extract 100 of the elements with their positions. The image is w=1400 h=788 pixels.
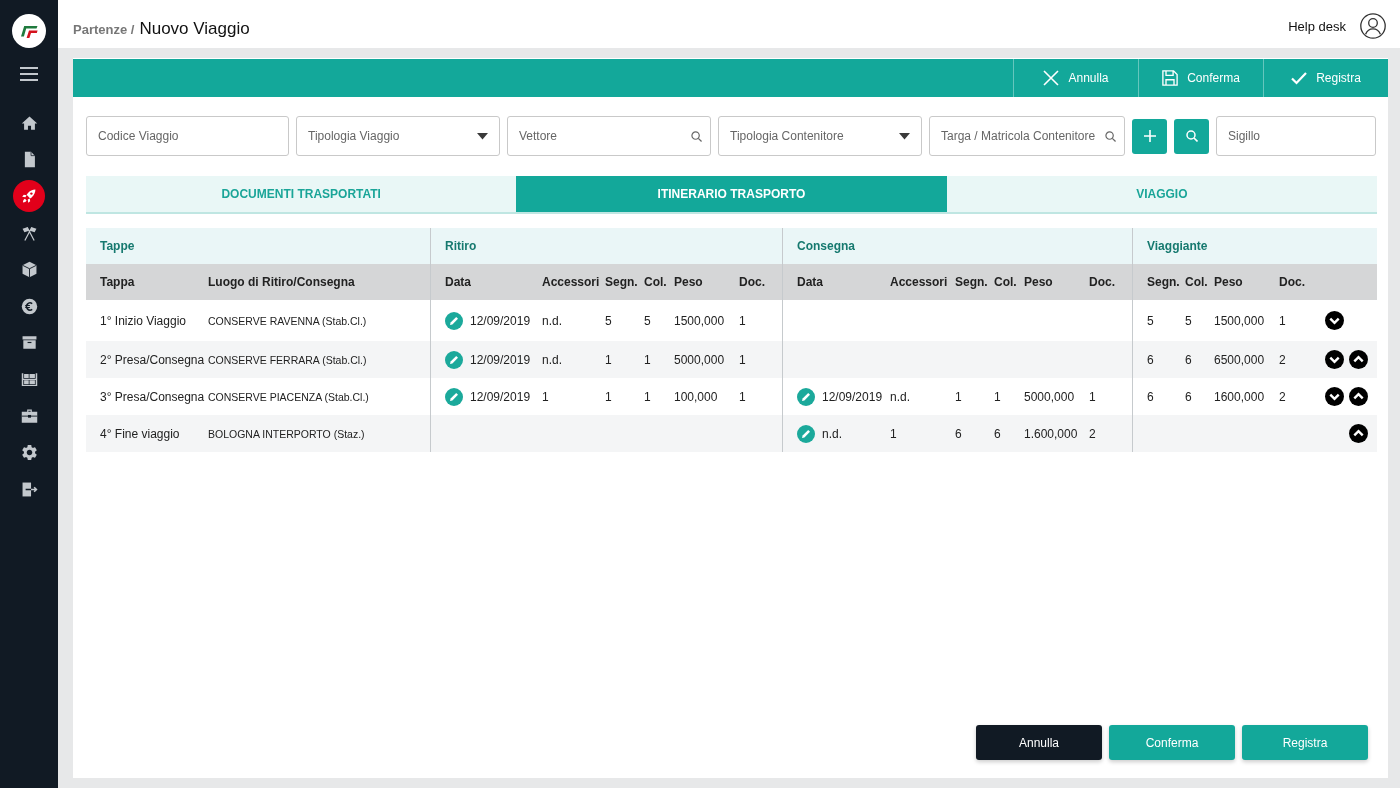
pencil-icon[interactable] <box>797 387 815 406</box>
column-header: Segn. <box>605 275 638 289</box>
search-field[interactable]: Vettore <box>507 116 711 156</box>
briefcase-icon[interactable] <box>20 407 38 425</box>
table-cell: 5 <box>605 313 612 328</box>
logo-icon[interactable] <box>12 14 46 48</box>
group-header: Tappe <box>100 239 135 253</box>
table-cell: 1 <box>605 352 612 367</box>
box-icon[interactable] <box>20 261 38 279</box>
crossed-flags-icon[interactable] <box>20 224 38 242</box>
table-cell: n.d. <box>890 389 910 404</box>
confirm-button[interactable]: Conferma <box>1109 725 1235 760</box>
table-cell: n.d. <box>542 313 562 328</box>
tab[interactable]: ITINERARIO TRASPORTO <box>516 176 947 212</box>
caret-down-icon <box>899 133 910 140</box>
column-header: Col. <box>994 275 1017 289</box>
table-cell: 6 <box>955 426 962 441</box>
breadcrumb-link[interactable]: Partenze / <box>73 22 135 37</box>
table-cell: 6 <box>1147 389 1154 404</box>
table-cell: 1600,000 <box>1214 389 1265 404</box>
table-cell: 1500,000 <box>1214 313 1265 328</box>
chevron-up-icon[interactable] <box>1349 350 1368 369</box>
column-header: Col. <box>644 275 667 289</box>
column-header: Accessori <box>890 275 948 289</box>
logout-icon[interactable] <box>20 480 38 498</box>
column-header: Doc. <box>739 275 765 289</box>
tab[interactable]: VIAGGIO <box>946 176 1377 212</box>
user-icon[interactable] <box>1360 13 1386 39</box>
table-cell: 1 <box>542 389 549 404</box>
table-cell: 1° Inizio Viaggio <box>100 313 186 328</box>
table-cell: 1 <box>1279 313 1286 328</box>
table-cell: 1 <box>955 389 962 404</box>
table-cell: 1 <box>739 352 746 367</box>
chevron-down-icon[interactable] <box>1325 387 1344 406</box>
column-header: Peso <box>1024 275 1053 289</box>
chevron-down-icon[interactable] <box>1325 350 1344 369</box>
add-button[interactable] <box>1132 118 1167 154</box>
save-button[interactable]: Conferma <box>1138 59 1263 97</box>
close-icon <box>1043 70 1060 86</box>
column-header: Data <box>445 275 471 289</box>
table-cell: 5000,000 <box>674 352 725 367</box>
pencil-icon[interactable] <box>445 311 463 330</box>
cancel-button[interactable]: Annulla <box>976 725 1102 760</box>
euro-coin-icon[interactable] <box>20 297 38 315</box>
pencil-icon[interactable] <box>445 387 463 406</box>
help-desk-link[interactable]: Help desk <box>1288 18 1346 34</box>
cancel-button[interactable]: Annulla <box>1013 59 1138 97</box>
table-cell: CONSERVE RAVENNA (Stab.Cl.) <box>208 314 367 327</box>
table-cell: 2 <box>1089 426 1096 441</box>
search-icon <box>1105 130 1116 142</box>
archive-box-icon[interactable] <box>20 334 38 352</box>
text-field[interactable]: Sigillo <box>1216 116 1376 156</box>
settings-icon[interactable] <box>20 444 38 462</box>
column-header: Doc. <box>1089 275 1115 289</box>
table-cell: 12/09/2019 <box>470 313 531 328</box>
chevron-up-icon[interactable] <box>1349 424 1368 443</box>
register-button[interactable]: Registra <box>1242 725 1368 760</box>
shelves-icon[interactable] <box>20 370 38 388</box>
search-icon <box>691 130 702 142</box>
search-field[interactable]: Targa / Matricola Contenitore <box>929 116 1125 156</box>
table-cell: 1500,000 <box>674 313 725 328</box>
table-cell: 1 <box>644 389 651 404</box>
table-cell: 1 <box>739 313 746 328</box>
chevron-up-icon[interactable] <box>1349 387 1368 406</box>
rocket-icon[interactable] <box>13 180 45 213</box>
column-header: Doc. <box>1279 275 1305 289</box>
table-cell: 2° Presa/Consegna <box>100 352 205 367</box>
search-button[interactable] <box>1174 118 1209 154</box>
checkmark-icon <box>1291 70 1308 86</box>
pencil-icon[interactable] <box>445 350 463 369</box>
menu-icon[interactable] <box>20 67 38 81</box>
chevron-down-icon[interactable] <box>1325 311 1344 330</box>
table-cell: 5 <box>1185 313 1192 328</box>
column-header: Segn. <box>1147 275 1180 289</box>
table-cell: 1.600,000 <box>1024 426 1078 441</box>
table-cell: 1 <box>739 389 746 404</box>
table-cell: 12/09/2019 <box>470 389 531 404</box>
home-icon[interactable] <box>20 114 38 132</box>
column-header: Segn. <box>955 275 988 289</box>
table-cell: 12/09/2019 <box>470 352 531 367</box>
column-header: Luogo di Ritiro/Consegna <box>208 275 355 289</box>
pencil-icon[interactable] <box>797 424 815 443</box>
register-button[interactable]: Registra <box>1263 59 1388 97</box>
table-cell: 6 <box>1147 352 1154 367</box>
table-cell: 1 <box>644 352 651 367</box>
table-cell: 2 <box>1279 389 1286 404</box>
table-cell: 100,000 <box>674 389 718 404</box>
table-cell: CONSERVE FERRARA (Stab.Cl.) <box>208 353 367 366</box>
search-icon <box>1185 130 1198 142</box>
table-cell: 1 <box>1089 389 1096 404</box>
table-cell: 4° Fine viaggio <box>100 426 180 441</box>
group-header: Viaggiante <box>1147 239 1208 253</box>
dropdown-field[interactable]: Tipologia Viaggio <box>296 116 500 156</box>
table-cell: 3° Presa/Consegna <box>100 389 205 404</box>
text-field[interactable]: Codice Viaggio <box>86 116 289 156</box>
table-cell: 6 <box>994 426 1001 441</box>
tab[interactable]: DOCUMENTI TRASPORTATI <box>86 176 517 212</box>
plus-icon <box>1143 130 1156 142</box>
caret-down-icon <box>477 133 488 140</box>
dropdown-field[interactable]: Tipologia Contenitore <box>718 116 922 156</box>
